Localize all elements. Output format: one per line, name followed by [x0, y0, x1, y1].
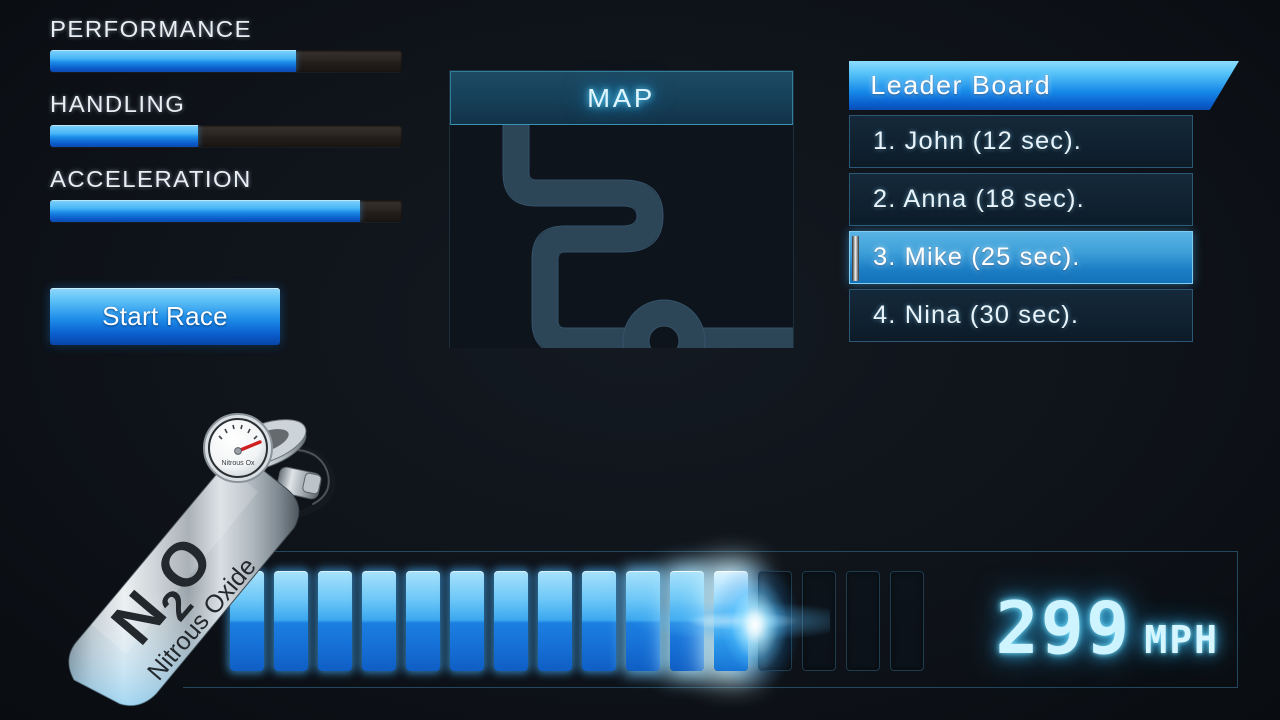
- stat-performance: PERFORMANCE: [50, 16, 402, 72]
- stat-acceleration: ACCELERATION: [50, 166, 402, 222]
- stat-fill-acceleration: [50, 200, 360, 222]
- leaderboard-row[interactable]: 1. John (12 sec).: [849, 115, 1193, 168]
- stat-track-handling[interactable]: [50, 125, 402, 147]
- nitrous-segment[interactable]: [582, 571, 616, 671]
- leaderboard-panel: Leader Board 1. John (12 sec). 2. Anna (1…: [849, 61, 1239, 342]
- stat-track-performance[interactable]: [50, 50, 402, 72]
- gauge-face-text: Nitrous Ox: [221, 460, 255, 467]
- nitrous-segment[interactable]: [494, 571, 528, 671]
- bottle-svg: N2O Nitrous Oxide Nitrous Ox: [68, 413, 336, 707]
- start-race-button[interactable]: Start Race: [50, 288, 280, 345]
- nitrous-segment[interactable]: [758, 571, 792, 671]
- nitrous-segment[interactable]: [890, 571, 924, 671]
- stat-label-handling: HANDLING: [50, 91, 186, 117]
- stat-label-acceleration: ACCELERATION: [50, 166, 252, 192]
- leaderboard-header: Leader Board: [849, 61, 1239, 110]
- stat-fill-performance: [50, 50, 297, 72]
- leaderboard-row[interactable]: 2. Anna (18 sec).: [849, 173, 1193, 226]
- map-header: MAP: [450, 71, 793, 125]
- speed-value: 299: [995, 586, 1132, 670]
- leaderboard-row[interactable]: 4. Nina (30 sec).: [849, 289, 1193, 342]
- nitrous-segment[interactable]: [362, 571, 396, 671]
- nitrous-segment[interactable]: [802, 571, 836, 671]
- pressure-gauge-icon: Nitrous Ox: [203, 413, 273, 483]
- nitrous-segment[interactable]: [406, 571, 440, 671]
- map-body[interactable]: [450, 125, 793, 348]
- map-title: MAP: [587, 82, 656, 113]
- stat-fill-handling: [50, 125, 198, 147]
- map-track-svg: [502, 125, 793, 348]
- nitrous-segment[interactable]: [626, 571, 660, 671]
- speed-unit: MPH: [1144, 618, 1219, 662]
- nitrous-segment[interactable]: [714, 571, 748, 671]
- leaderboard-row-label: 2. Anna (18 sec).: [872, 185, 1085, 213]
- speed-readout: 299 MPH: [995, 586, 1219, 670]
- leaderboard-row-label: 3. Mike (25 sec).: [872, 243, 1081, 271]
- leaderboard-row-label: 4. Nina (30 sec).: [872, 301, 1080, 329]
- map-panel: MAP: [449, 70, 794, 348]
- leaderboard-title: Leader Board: [870, 70, 1052, 100]
- nitrous-segment[interactable]: [538, 571, 572, 671]
- nitrous-oxide-bottle[interactable]: N2O Nitrous Oxide Nitrous Ox: [52, 408, 352, 708]
- game-hud: PERFORMANCE HANDLING ACCELERATION Start …: [0, 0, 1280, 720]
- leaderboard-row-label: 1. John (12 sec).: [872, 127, 1082, 155]
- stat-handling: HANDLING: [50, 91, 402, 147]
- vehicle-stats-panel: PERFORMANCE HANDLING ACCELERATION: [50, 16, 402, 241]
- leaderboard-selected-marker: [852, 236, 859, 281]
- stat-label-performance: PERFORMANCE: [50, 16, 253, 42]
- stat-track-acceleration[interactable]: [50, 200, 402, 222]
- leaderboard-rows: 1. John (12 sec). 2. Anna (18 sec). 3. Mik…: [849, 115, 1239, 342]
- nitrous-segment[interactable]: [670, 571, 704, 671]
- nitrous-segment[interactable]: [450, 571, 484, 671]
- nitrous-segment[interactable]: [846, 571, 880, 671]
- leaderboard-row[interactable]: 3. Mike (25 sec).: [849, 231, 1193, 284]
